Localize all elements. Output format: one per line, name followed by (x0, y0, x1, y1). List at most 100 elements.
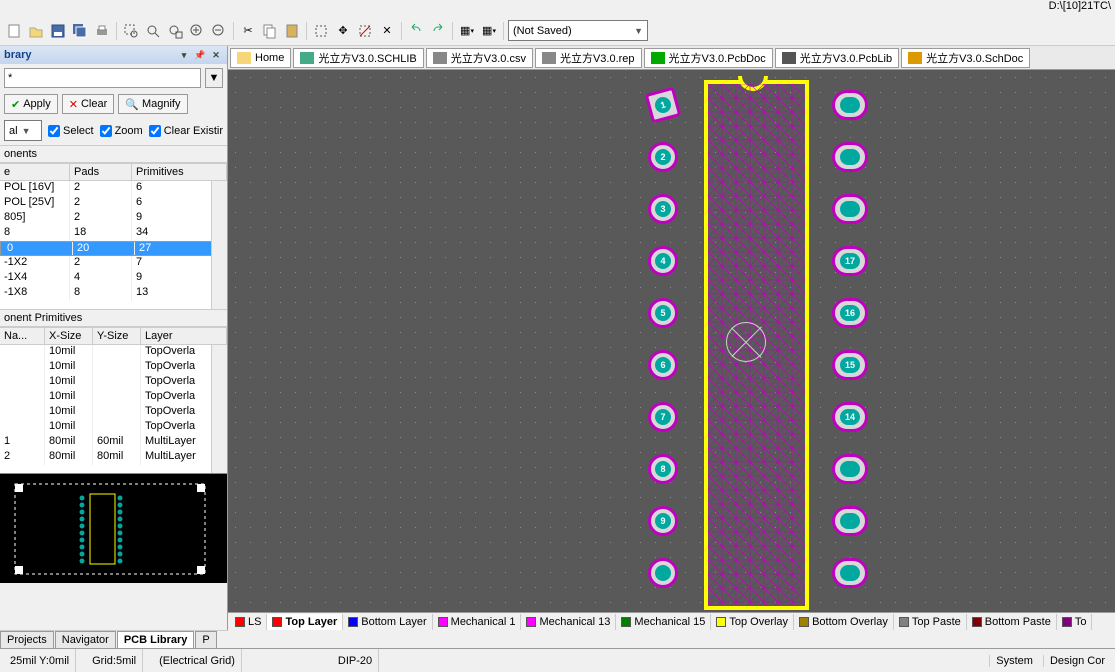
save-state-combo[interactable]: (Not Saved)▼ (508, 20, 648, 41)
select-icon[interactable] (311, 21, 331, 41)
table-row[interactable]: 10milTopOverla (0, 405, 227, 420)
table-row[interactable]: 10milTopOverla (0, 420, 227, 435)
save-all-icon[interactable] (70, 21, 90, 41)
col-name2[interactable]: Na... (0, 328, 45, 344)
layer-tab[interactable]: Bottom Paste (967, 614, 1057, 630)
grid2-icon[interactable]: ▦▾ (479, 21, 499, 41)
pad[interactable]: 5 (648, 298, 678, 328)
layer-tab[interactable]: Top Paste (894, 614, 967, 630)
col-ys[interactable]: Y-Size (93, 328, 141, 344)
layer-tab[interactable]: Bottom Overlay (794, 614, 894, 630)
print-icon[interactable] (92, 21, 112, 41)
layer-tab[interactable]: LS (230, 614, 267, 630)
zoom-out-icon[interactable] (209, 21, 229, 41)
tab-csv[interactable]: 光立方V3.0.csv (426, 48, 533, 68)
layer-tab[interactable]: Bottom Layer (343, 614, 432, 630)
scrollbar-icon[interactable] (211, 181, 227, 309)
layer-tab[interactable]: Mechanical 13 (521, 614, 616, 630)
tab-home[interactable]: Home (230, 48, 291, 68)
table-row[interactable]: -1X8813 (0, 286, 227, 301)
select-checkbox[interactable]: Select (48, 125, 94, 137)
pad[interactable]: 3 (648, 194, 678, 224)
panel-pin-icon[interactable]: 📌 (193, 48, 207, 62)
cut-icon[interactable]: ✂ (238, 21, 258, 41)
clear-checkbox[interactable]: Clear Existir (149, 125, 223, 137)
undo-icon[interactable] (406, 21, 426, 41)
pad[interactable] (832, 454, 868, 484)
pad[interactable]: 17 (832, 246, 868, 276)
panel-tab[interactable]: Navigator (55, 631, 116, 648)
table-row[interactable]: -1X227 (0, 256, 227, 271)
zoom-area-icon[interactable] (121, 21, 141, 41)
pad[interactable]: 14 (832, 402, 868, 432)
mask-dropdown[interactable]: ▼ (205, 68, 223, 88)
table-row[interactable]: 81834 (0, 226, 227, 241)
new-icon[interactable] (4, 21, 24, 41)
move-icon[interactable]: ✥ (333, 21, 353, 41)
table-row[interactable]: 10milTopOverla (0, 375, 227, 390)
pad[interactable] (648, 558, 678, 588)
system-button[interactable]: System (989, 655, 1039, 667)
apply-button[interactable]: ✔Apply (4, 94, 58, 114)
clear-button[interactable]: ✕Clear (62, 94, 115, 114)
table-row[interactable]: 02027 (0, 241, 227, 256)
pad[interactable] (832, 506, 868, 536)
mode-combo[interactable]: al▼ (4, 120, 42, 141)
col-xs[interactable]: X-Size (45, 328, 93, 344)
tab-schlib[interactable]: 光立方V3.0.SCHLIB (293, 48, 423, 68)
layer-tab[interactable]: Top Overlay (711, 614, 794, 630)
panel-menu-icon[interactable]: ▾ (177, 48, 191, 62)
pad[interactable] (832, 90, 868, 120)
layer-tab[interactable]: To (1057, 614, 1093, 630)
panel-tab[interactable]: Projects (0, 631, 54, 648)
zoom-in-icon[interactable] (187, 21, 207, 41)
table-row[interactable]: 280mil80milMultiLayer (0, 450, 227, 465)
col-pads[interactable]: Pads (70, 164, 132, 180)
table-row[interactable]: 10milTopOverla (0, 390, 227, 405)
layer-tab[interactable]: Mechanical 1 (433, 614, 522, 630)
col-name[interactable]: e (0, 164, 70, 180)
pad[interactable]: 7 (648, 402, 678, 432)
layer-tab[interactable]: Top Layer (267, 614, 343, 630)
pad[interactable]: 4 (648, 246, 678, 276)
table-row[interactable]: 10milTopOverla (0, 345, 227, 360)
pad[interactable]: 15 (832, 350, 868, 380)
table-row[interactable]: POL [25V]26 (0, 196, 227, 211)
pad[interactable]: 16 (832, 298, 868, 328)
layer-tab[interactable]: Mechanical 15 (616, 614, 711, 630)
pad[interactable]: 6 (648, 350, 678, 380)
zoom-sel-icon[interactable] (165, 21, 185, 41)
zoom-checkbox[interactable]: Zoom (100, 125, 143, 137)
table-row[interactable]: 180mil60milMultiLayer (0, 435, 227, 450)
save-icon[interactable] (48, 21, 68, 41)
pad[interactable] (832, 194, 868, 224)
tab-rep[interactable]: 光立方V3.0.rep (535, 48, 642, 68)
zoom-fit-icon[interactable] (143, 21, 163, 41)
tab-pcblib[interactable]: 光立方V3.0.PcbLib (775, 48, 899, 68)
copy-icon[interactable] (260, 21, 280, 41)
pad[interactable]: 8 (648, 454, 678, 484)
design-button[interactable]: Design Cor (1043, 655, 1111, 667)
table-row[interactable]: POL [16V]26 (0, 181, 227, 196)
magnify-button[interactable]: 🔍Magnify (118, 94, 187, 114)
panel-close-icon[interactable]: ✕ (209, 48, 223, 62)
pad[interactable] (832, 558, 868, 588)
clear-icon[interactable]: ✕ (377, 21, 397, 41)
panel-tab[interactable]: P (195, 631, 216, 648)
table-row[interactable]: 10milTopOverla (0, 360, 227, 375)
col-layer[interactable]: Layer (141, 328, 227, 344)
table-row[interactable]: -1X449 (0, 271, 227, 286)
paste-icon[interactable] (282, 21, 302, 41)
redo-icon[interactable] (428, 21, 448, 41)
tab-pcbdoc[interactable]: 光立方V3.0.PcbDoc (644, 48, 773, 68)
deselect-icon[interactable] (355, 21, 375, 41)
open-icon[interactable] (26, 21, 46, 41)
scrollbar-icon[interactable] (211, 345, 227, 473)
table-row[interactable]: 805]29 (0, 211, 227, 226)
col-prims[interactable]: Primitives (132, 164, 227, 180)
mask-input[interactable] (4, 68, 201, 88)
pad[interactable]: 2 (648, 142, 678, 172)
grid1-icon[interactable]: ▦▾ (457, 21, 477, 41)
panel-tab[interactable]: PCB Library (117, 631, 195, 648)
pcb-viewport[interactable]: 12345678917161514 (228, 70, 1115, 612)
